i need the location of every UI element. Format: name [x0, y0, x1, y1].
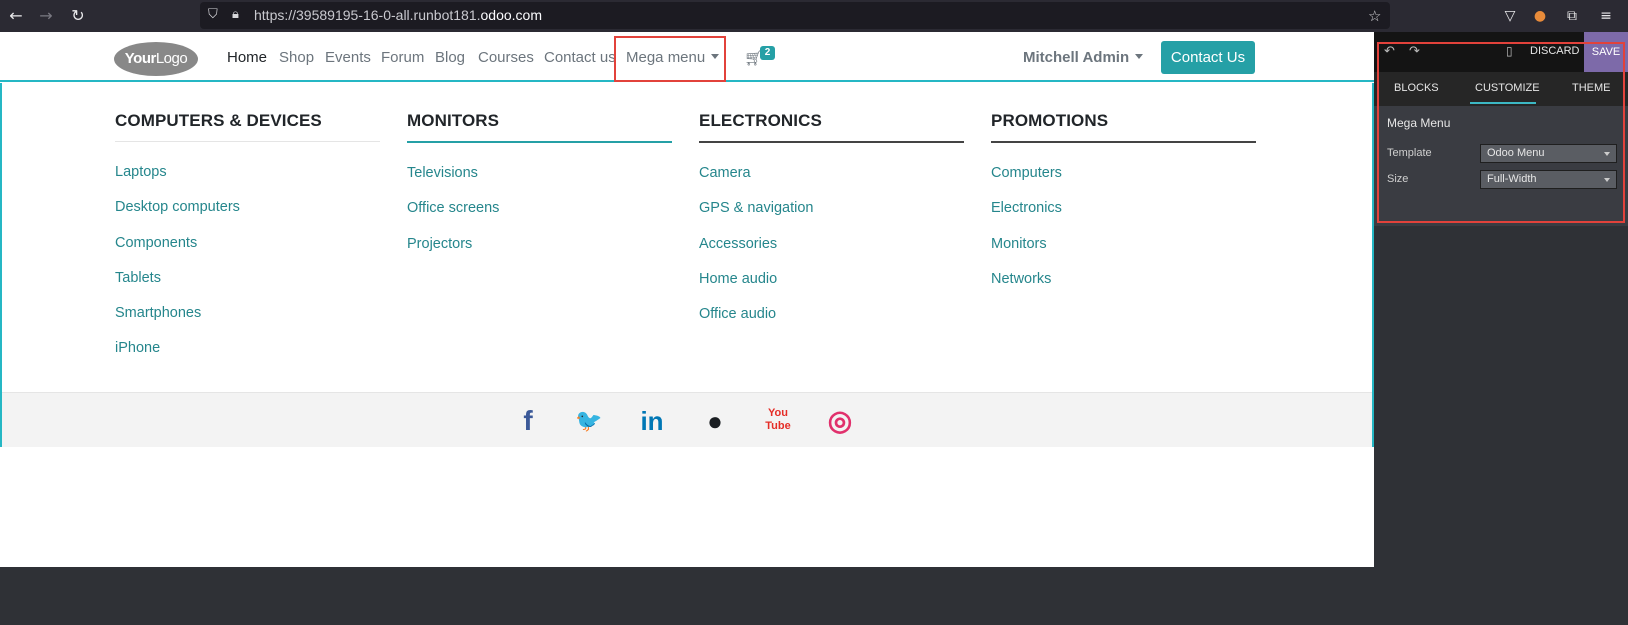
column-divider — [407, 141, 672, 143]
logo-thin-text: Logo — [155, 50, 188, 67]
mega-column-electronics: ELECTRONICS Camera GPS & navigation Acce… — [699, 111, 964, 341]
github-icon[interactable]: ● — [700, 406, 730, 436]
bookmark-star-icon[interactable]: ☆ — [1368, 7, 1381, 25]
menu-item-shop[interactable]: Shop — [279, 49, 314, 66]
mega-link[interactable]: Monitors — [991, 236, 1256, 271]
shield-icon[interactable]: ⛉ — [208, 7, 218, 22]
user-name: Mitchell Admin — [1023, 49, 1130, 66]
mega-link[interactable]: Smartphones — [115, 305, 380, 340]
mega-column-title: MONITORS — [407, 111, 500, 130]
instagram-icon[interactable]: ◎ — [825, 406, 855, 436]
highlight-box-editor — [1377, 42, 1625, 223]
menu-item-blog[interactable]: Blog — [435, 49, 465, 66]
menu-item-forum[interactable]: Forum — [381, 49, 424, 66]
browser-toolbar: ← → ↻ ⛉ 🔒︎ https://39589195-16-0-all.run… — [0, 0, 1628, 32]
mega-link[interactable]: Camera — [699, 165, 964, 200]
url-text[interactable]: https://39589195-16-0-all.runbot181.odoo… — [254, 7, 542, 23]
url-prefix: https://39589195-16-0-all.runbot181. — [254, 7, 481, 23]
pocket-icon[interactable]: ▽ — [1500, 6, 1520, 26]
reload-icon[interactable]: ↻ — [68, 6, 88, 26]
extension-avatar-icon[interactable]: ● — [1530, 6, 1550, 26]
url-bar[interactable]: ⛉ 🔒︎ https://39589195-16-0-all.runbot181… — [200, 2, 1390, 29]
site-header: YourLogo Home Shop Events Forum Blog Cou… — [0, 32, 1374, 82]
mega-column-title: PROMOTIONS — [991, 111, 1109, 130]
menu-item-contact-us[interactable]: Contact us — [544, 49, 616, 66]
mega-link[interactable]: Tablets — [115, 270, 380, 305]
user-menu[interactable]: Mitchell Admin — [1023, 49, 1144, 66]
mega-column-monitors: MONITORS Televisions Office screens Proj… — [407, 111, 672, 271]
lock-icon[interactable]: 🔒︎ — [232, 7, 239, 22]
mega-menu-dropdown: COMPUTERS & DEVICES Laptops Desktop comp… — [0, 83, 1374, 447]
youtube-icon[interactable]: You Tube — [763, 402, 793, 438]
menu-item-courses[interactable]: Courses — [478, 49, 534, 66]
mega-column-title: COMPUTERS & DEVICES — [115, 111, 322, 130]
highlight-box-mega-menu — [614, 36, 726, 82]
mega-link[interactable]: Accessories — [699, 236, 964, 271]
social-links-strip: f 🐦 in ● You Tube ◎ — [2, 392, 1372, 447]
mega-link[interactable]: Home audio — [699, 271, 964, 306]
mega-column-computers: COMPUTERS & DEVICES Laptops Desktop comp… — [115, 111, 380, 376]
site-footer — [0, 567, 1374, 625]
mega-link[interactable]: iPhone — [115, 340, 380, 375]
mega-link[interactable]: Laptops — [115, 164, 380, 199]
cart-count-badge: 2 — [760, 46, 775, 60]
mega-link[interactable]: Networks — [991, 271, 1256, 306]
column-divider — [699, 141, 964, 143]
column-divider — [115, 141, 380, 142]
mega-column-title: ELECTRONICS — [699, 111, 822, 130]
site-logo[interactable]: YourLogo — [114, 42, 198, 76]
caret-down-icon — [1135, 53, 1144, 59]
menu-item-events[interactable]: Events — [325, 49, 371, 66]
forward-arrow-icon[interactable]: → — [36, 6, 56, 26]
mega-link[interactable]: Electronics — [991, 200, 1256, 235]
column-divider — [991, 141, 1256, 143]
url-domain: odoo.com — [480, 7, 542, 23]
facebook-icon[interactable]: f — [513, 406, 543, 436]
mega-column-promotions: PROMOTIONS Computers Electronics Monitor… — [991, 111, 1256, 306]
mega-link[interactable]: GPS & navigation — [699, 200, 964, 235]
mega-link[interactable]: Office screens — [407, 200, 672, 235]
mega-link[interactable]: Computers — [991, 165, 1256, 200]
website-preview: YourLogo Home Shop Events Forum Blog Cou… — [0, 32, 1374, 625]
mega-link[interactable]: Office audio — [699, 306, 964, 341]
mega-link[interactable]: Desktop computers — [115, 199, 380, 234]
mega-link[interactable]: Projectors — [407, 236, 672, 271]
menu-item-home[interactable]: Home — [227, 49, 267, 66]
extensions-puzzle-icon[interactable]: ⧉ — [1562, 6, 1582, 26]
twitter-icon[interactable]: 🐦 — [574, 406, 604, 436]
back-arrow-icon[interactable]: ← — [6, 6, 26, 26]
mega-link[interactable]: Components — [115, 235, 380, 270]
website-editor-panel: ↶ ↷ ▯ DISCARD SAVE BLOCKS CUSTOMIZE THEM… — [1374, 32, 1628, 625]
hamburger-menu-icon[interactable]: ≡ — [1596, 6, 1616, 26]
logo-bold-text: Your — [124, 50, 157, 67]
contact-us-button[interactable]: Contact Us — [1161, 41, 1255, 74]
linkedin-icon[interactable]: in — [637, 406, 667, 436]
mega-link[interactable]: Televisions — [407, 165, 672, 200]
